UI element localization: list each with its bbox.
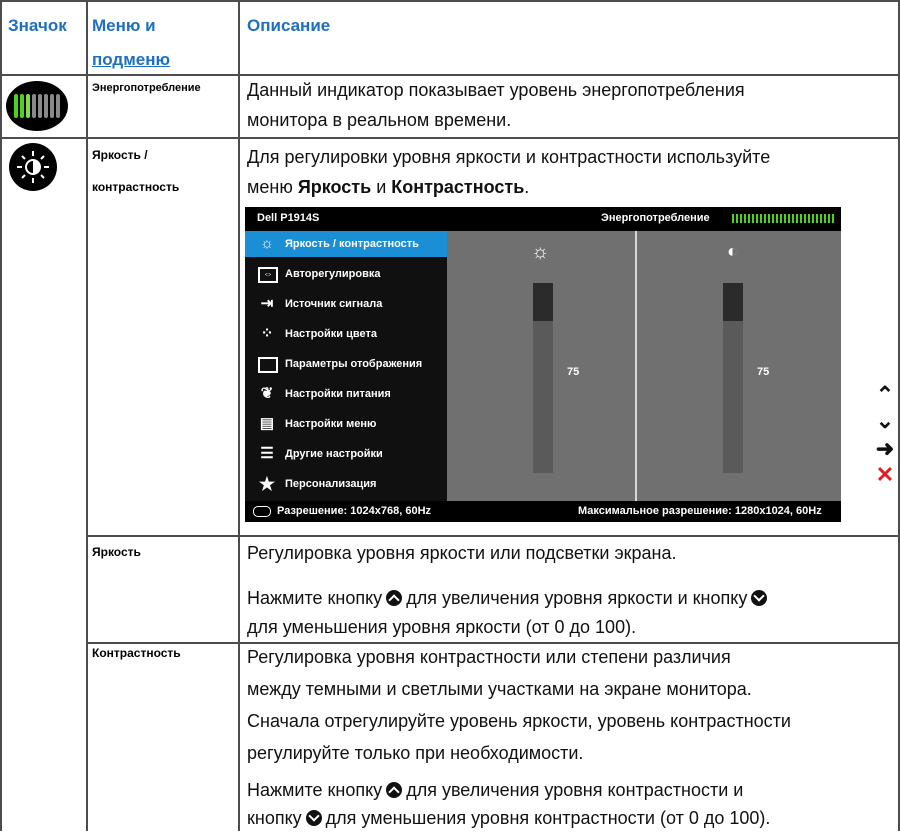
- menu-contrast: Контрастность: [92, 646, 181, 660]
- desc-contrast-line5: Нажмите кнопку для увеличения уровня конт…: [247, 780, 744, 800]
- close-icon[interactable]: ✕: [873, 463, 897, 487]
- osd-brightness-panel: ☼ 75: [447, 231, 635, 501]
- desc-power-line1: Данный индикатор показывает уровень энер…: [247, 80, 745, 100]
- desc-contrast-line3: Сначала отрегулируйте уровень яркости, у…: [247, 711, 791, 731]
- auto-adjust-icon: ⇔: [258, 267, 278, 283]
- osd-menu-item-brightness-contrast[interactable]: ☼ Яркость / контрастность: [245, 231, 447, 257]
- osd-menu-item-personalize[interactable]: ★ Персонализация: [245, 471, 447, 497]
- osd-contrast-panel: ◐ 75: [637, 231, 841, 501]
- osd-menu-item-input-source[interactable]: ⇥ Источник сигнала: [245, 291, 447, 317]
- menu-power: Энергопотребление: [92, 82, 201, 94]
- desc-bc-line1: Для регулировки уровня яркости и контрас…: [247, 147, 771, 167]
- desc-contrast-line2: между темными и светлыми участками на эк…: [247, 679, 752, 699]
- brightness-sun-icon: ☼: [531, 241, 550, 263]
- other-settings-icon: ☰: [260, 445, 274, 462]
- col-divider-2: [238, 0, 240, 831]
- menu-brightness-contrast-line1: Яркость /: [92, 148, 148, 162]
- down-button-icon: [751, 590, 768, 606]
- desc-brightness-line3: для уменьшения уровня яркости (от 0 до 1…: [247, 617, 637, 637]
- osd-max-resolution: Максимальное разрешение: 1280x1024, 60Hz: [578, 505, 822, 517]
- up-arrow-icon[interactable]: ⌃: [873, 383, 897, 407]
- power-meter-icon: [6, 81, 68, 131]
- header-icon: Значок: [8, 16, 67, 35]
- header-menu-line2: подменю: [92, 50, 171, 69]
- down-button-icon: [305, 810, 322, 826]
- row-divider-bc: [86, 535, 900, 537]
- contrast-value: 75: [757, 366, 770, 378]
- brightness-slider-fill: [533, 283, 553, 321]
- osd-screenshot: Dell P1914S Энергопотребление ☼ Яркость /…: [245, 207, 841, 522]
- header-menu-line1: Меню и: [92, 16, 156, 35]
- up-button-icon: [386, 590, 403, 606]
- desc-contrast-line6: кнопку для уменьшения уровня контрастност…: [247, 808, 771, 828]
- osd-resolution: Разрешение: 1024x768, 60Hz: [277, 505, 432, 517]
- desc-power-line2: монитора в реальном времени.: [247, 110, 512, 130]
- osd-menu-item-auto-adjust[interactable]: ⇔ Авторегулировка: [245, 261, 447, 287]
- osd-model: Dell P1914S: [257, 212, 320, 224]
- osd-menu-item-other-settings[interactable]: ☰ Другие настройки: [245, 441, 447, 467]
- desc-contrast-line4: регулируйте только при необходимости.: [247, 743, 584, 763]
- menu-settings-icon: ▤: [259, 415, 275, 432]
- osd-menu-item-menu-settings[interactable]: ▤ Настройки меню: [245, 411, 447, 437]
- osd-power-label: Энергопотребление: [601, 212, 710, 224]
- header-description: Описание: [247, 16, 331, 35]
- contrast-slider[interactable]: [723, 283, 743, 473]
- desc-bc-line2: меню Яркость и Контрастность.: [247, 177, 530, 197]
- desc-brightness-line2: Нажмите кнопку для увеличения уровня ярко…: [247, 584, 771, 612]
- desc-contrast-line1: Регулировка уровня контрастности или сте…: [247, 647, 731, 667]
- osd-menu-item-power-settings[interactable]: ❦ Настройки питания: [245, 381, 447, 407]
- osd-power-meter-icon: [732, 214, 834, 223]
- row-divider-power: [0, 137, 900, 139]
- menu-brightness: Яркость: [92, 545, 141, 559]
- contrast-slider-fill: [723, 283, 743, 321]
- down-arrow-icon[interactable]: ⌄: [873, 409, 897, 433]
- resolution-icon: [253, 506, 271, 517]
- table-border-left: [0, 0, 2, 831]
- osd-menu-item-color-settings[interactable]: ⁘ Настройки цвета: [245, 321, 447, 347]
- sun-icon: ☼: [260, 235, 274, 252]
- osd-top-bar: Dell P1914S Энергопотребление: [245, 207, 841, 231]
- up-button-icon: [386, 782, 403, 798]
- right-arrow-icon[interactable]: ➜: [873, 437, 897, 461]
- input-source-icon: ⇥: [260, 295, 274, 312]
- power-settings-icon: ❦: [260, 385, 274, 402]
- display-settings-icon: [258, 357, 278, 373]
- table-border-top: [0, 0, 900, 2]
- desc-brightness-line1: Регулировка уровня яркости или подсветки…: [247, 543, 677, 563]
- brightness-contrast-icon: [9, 143, 57, 191]
- osd-menu-item-display-settings[interactable]: Параметры отображения: [245, 351, 447, 377]
- osd-menu: ☼ Яркость / контрастность ⇔ Авторегулировк…: [245, 231, 447, 501]
- brightness-value: 75: [567, 366, 580, 378]
- contrast-icon: ◐: [727, 241, 738, 261]
- color-settings-icon: ⁘: [260, 325, 274, 342]
- osd-bottom-bar: Разрешение: 1024x768, 60Hz Максимальное …: [245, 501, 841, 522]
- brightness-slider[interactable]: [533, 283, 553, 473]
- col-divider-1: [86, 0, 88, 831]
- star-icon: ★: [258, 474, 276, 494]
- menu-brightness-contrast-line2: контрастность: [92, 180, 180, 194]
